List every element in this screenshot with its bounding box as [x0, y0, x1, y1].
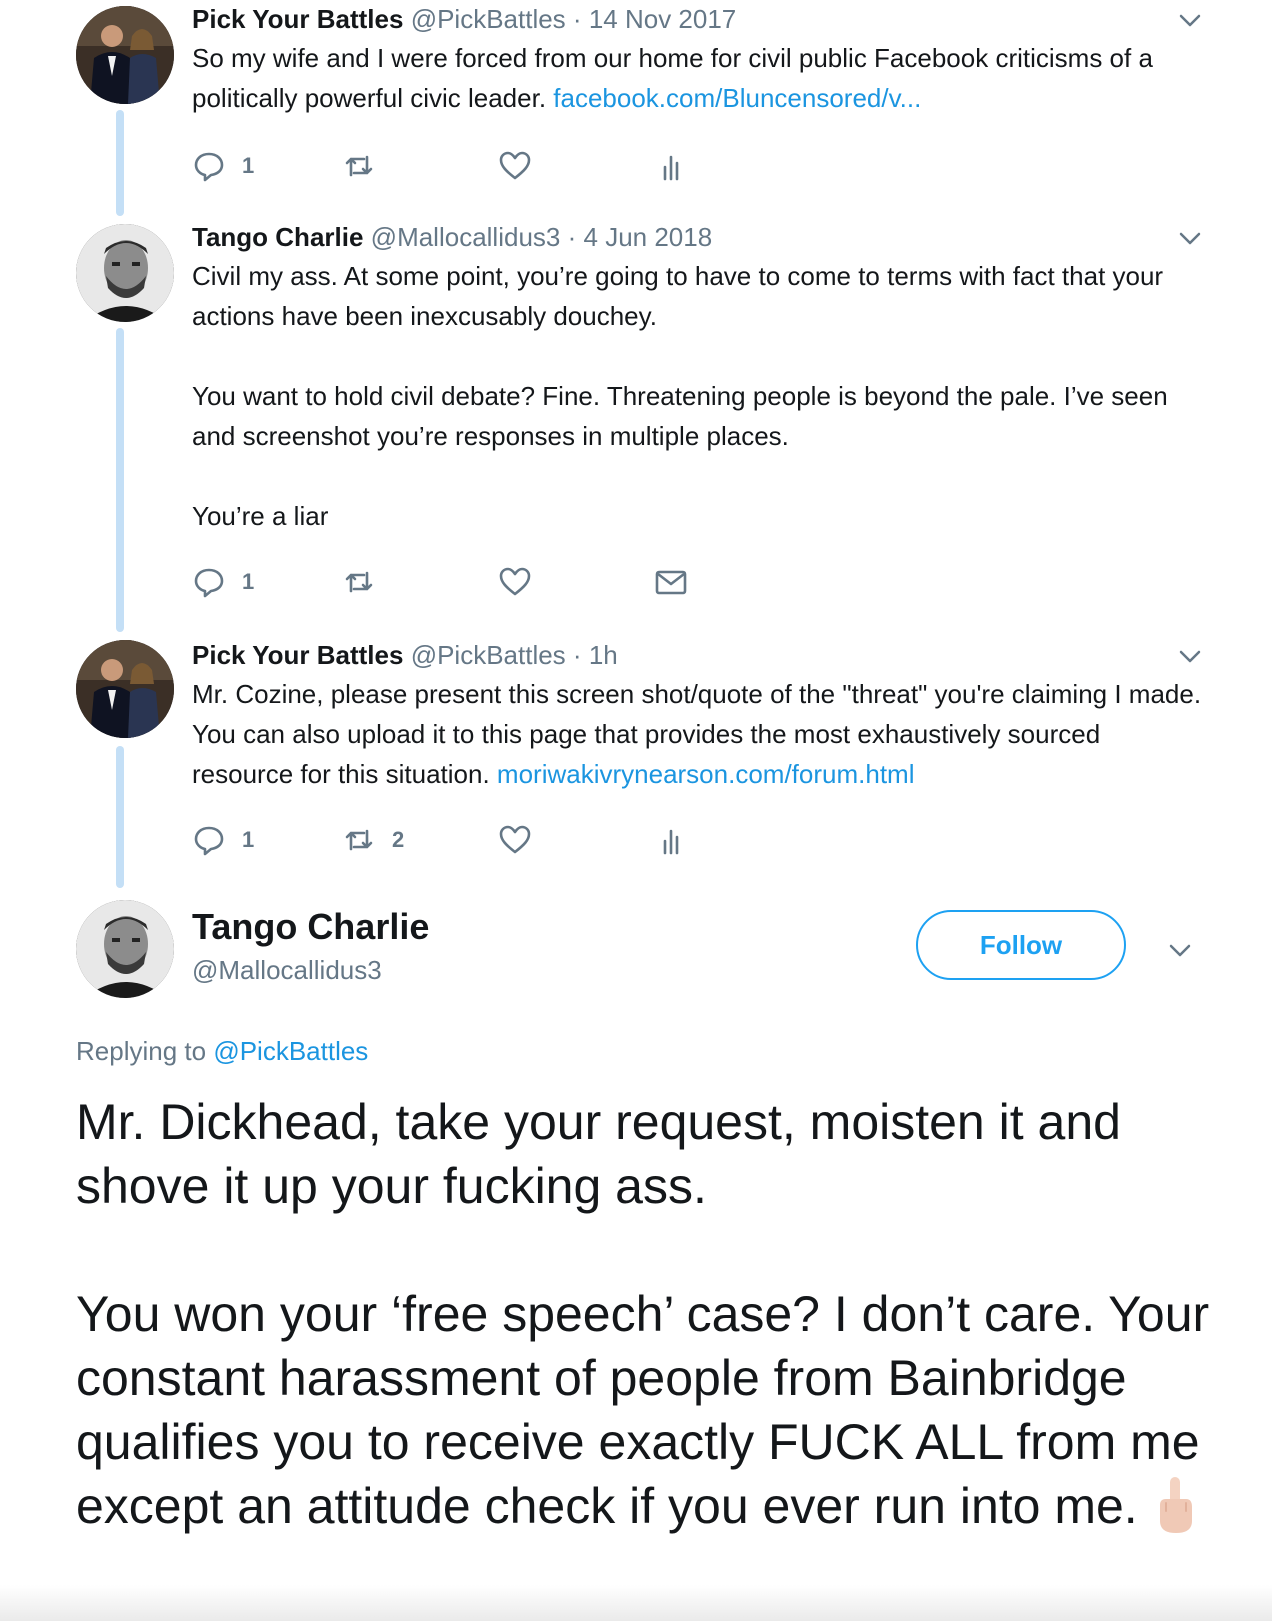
tweet-paragraph: You want to hold civil debate? Fine. Thr…: [192, 381, 1168, 451]
reply-icon: [194, 568, 224, 598]
retweet-icon: [345, 155, 373, 177]
heart-icon: [499, 567, 531, 596]
middle-finger-emoji: [1159, 1477, 1192, 1533]
chevron-down-icon[interactable]: [1176, 642, 1204, 670]
avatar-man-image: [76, 224, 174, 322]
tweet[interactable]: Tango Charlie @Mallocallidus3 · 4 Jun 20…: [192, 220, 1204, 598]
tweet-text: Mr. Cozine, please present this screen s…: [192, 674, 1202, 794]
tweet[interactable]: Pick Your Battles @PickBattles · 1h Mr. …: [192, 638, 1204, 856]
reply-count: 1: [242, 153, 255, 178]
analytics-icon: [663, 829, 679, 855]
reply-icon: [194, 826, 224, 856]
main-display-name[interactable]: Tango Charlie: [192, 906, 429, 948]
tweet-paragraph: Civil my ass. At some point, you’re goin…: [192, 261, 1164, 331]
reply-button[interactable]: 1: [192, 146, 254, 186]
message-icon: [655, 570, 687, 595]
main-tweet-paragraph-text: You won your ‘free speech’ case? I don’t…: [76, 1286, 1210, 1534]
analytics-button[interactable]: [654, 820, 688, 860]
like-button[interactable]: [498, 146, 532, 186]
tweet-link[interactable]: facebook.com/Bluncensored/v...: [553, 83, 921, 113]
replying-handle-link[interactable]: @PickBattles: [213, 1036, 368, 1066]
retweet-count: 2: [392, 827, 405, 852]
analytics-icon: [663, 155, 679, 181]
avatar[interactable]: [76, 900, 174, 998]
separator: ·: [567, 222, 577, 252]
reply-count: 1: [242, 569, 255, 594]
tweet-header: Tango Charlie @Mallocallidus3 · 4 Jun 20…: [192, 220, 1202, 254]
tweet-header: Pick Your Battles @PickBattles · 14 Nov …: [192, 2, 1202, 36]
tweet-paragraph: You’re a liar: [192, 501, 329, 531]
retweet-button[interactable]: [342, 562, 392, 602]
user-handle[interactable]: @PickBattles: [411, 4, 566, 34]
chevron-down-icon[interactable]: [1176, 6, 1204, 34]
replying-prefix: Replying to: [76, 1036, 214, 1066]
display-name[interactable]: Pick Your Battles: [192, 640, 403, 670]
tweet-actions: 1 2: [192, 820, 792, 860]
tweet-text: So my wife and I were forced from our ho…: [192, 38, 1202, 118]
avatar[interactable]: [76, 6, 174, 104]
tweet-header: Pick Your Battles @PickBattles · 1h: [192, 638, 1202, 672]
like-button[interactable]: [498, 820, 532, 860]
avatar[interactable]: [76, 640, 174, 738]
avatar[interactable]: [76, 224, 174, 322]
retweet-icon: [345, 571, 373, 593]
timestamp[interactable]: 14 Nov 2017: [589, 4, 736, 34]
reply-count: 1: [242, 827, 255, 852]
bottom-fade: [0, 1585, 1272, 1621]
tweet-actions: 1: [192, 562, 792, 602]
avatar-couple-image: [76, 640, 174, 738]
follow-button[interactable]: Follow: [916, 910, 1126, 980]
replying-to: Replying to @PickBattles: [76, 1036, 368, 1067]
reply-button[interactable]: 1: [192, 562, 254, 602]
main-tweet-paragraph-last: You won your ‘free speech’ case? I don’t…: [76, 1282, 1216, 1538]
thread-line: [116, 328, 124, 632]
reply-button[interactable]: 1: [192, 820, 254, 860]
timestamp[interactable]: 1h: [589, 640, 618, 670]
reply-icon: [194, 152, 224, 182]
display-name[interactable]: Pick Your Battles: [192, 4, 403, 34]
avatar-man-image: [76, 900, 174, 998]
tweet[interactable]: Pick Your Battles @PickBattles · 14 Nov …: [192, 2, 1204, 182]
main-tweet-text: Mr. Dickhead, take your request, moisten…: [76, 1090, 1216, 1538]
retweet-icon: [345, 829, 373, 851]
direct-message-button[interactable]: [654, 562, 688, 602]
user-handle[interactable]: @Mallocallidus3: [371, 222, 561, 252]
user-handle[interactable]: @PickBattles: [411, 640, 566, 670]
separator: ·: [572, 4, 582, 34]
analytics-button[interactable]: [654, 146, 688, 186]
like-button[interactable]: [498, 562, 532, 602]
retweet-button[interactable]: 2: [342, 820, 404, 860]
heart-icon: [499, 825, 531, 854]
retweet-button[interactable]: [342, 146, 392, 186]
chevron-down-icon[interactable]: [1176, 224, 1204, 252]
main-user-handle[interactable]: @Mallocallidus3: [192, 955, 382, 986]
tweet-link[interactable]: moriwakivrynearson.com/forum.html: [497, 759, 915, 789]
twitter-thread: Pick Your Battles @PickBattles · 14 Nov …: [0, 0, 1272, 1621]
thread-line: [116, 110, 124, 216]
chevron-down-icon[interactable]: [1166, 936, 1194, 964]
display-name[interactable]: Tango Charlie: [192, 222, 363, 252]
tweet-actions: 1: [192, 146, 792, 186]
main-tweet-paragraph: Mr. Dickhead, take your request, moisten…: [76, 1094, 1121, 1214]
thread-line: [116, 746, 124, 888]
tweet-text: Civil my ass. At some point, you’re goin…: [192, 256, 1202, 536]
avatar-couple-image: [76, 6, 174, 104]
timestamp[interactable]: 4 Jun 2018: [584, 222, 713, 252]
separator: ·: [572, 640, 582, 670]
heart-icon: [499, 151, 531, 180]
